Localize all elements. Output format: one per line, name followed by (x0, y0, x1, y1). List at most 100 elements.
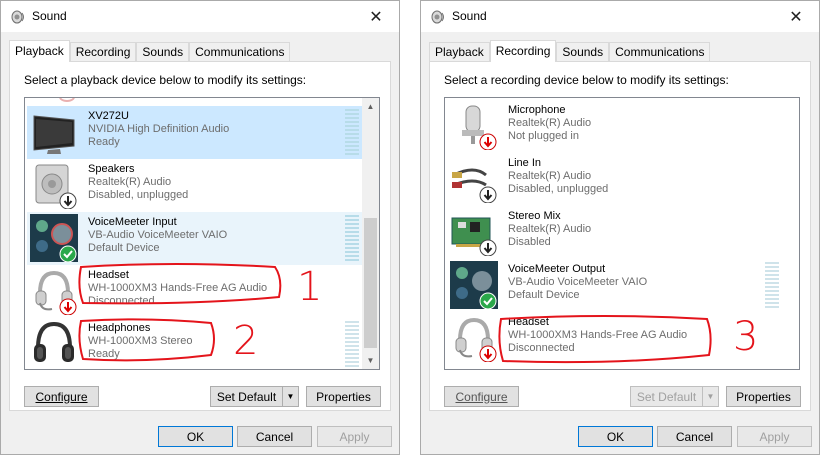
configure-label: Configure (35, 389, 88, 404)
device-driver: NVIDIA High Definition Audio (88, 123, 230, 135)
properties-label: Properties (736, 389, 791, 404)
level-meter (345, 321, 359, 367)
device-row-xv272u[interactable]: XV272U NVIDIA High Definition Audio Read… (27, 106, 365, 159)
title-bar: Sound ✕ (421, 1, 819, 32)
level-meter (345, 215, 359, 261)
device-row-stereo-mix[interactable]: Stereo Mix Realtek(R) Audio Disabled (447, 206, 785, 259)
ok-label: OK (186, 429, 205, 444)
close-button[interactable]: ✕ (773, 1, 819, 32)
device-status: Ready (88, 136, 120, 148)
window-title: Sound (32, 9, 67, 23)
device-row-voicemeeter-input[interactable]: VoiceMeeter Input VB-Audio VoiceMeeter V… (27, 212, 365, 265)
device-name: Line In (508, 157, 542, 169)
device-status: Disabled (508, 236, 551, 248)
cancel-button[interactable]: Cancel (657, 426, 732, 447)
device-status: Disconnected (508, 342, 575, 354)
monitor-icon (33, 115, 75, 154)
device-status: Disconnected (88, 295, 155, 307)
device-status: Ready (88, 348, 120, 360)
apply-button[interactable]: Apply (317, 426, 392, 447)
voicemeeter-icon (450, 261, 498, 309)
device-driver: Realtek(R) Audio (508, 117, 592, 129)
level-meter (765, 262, 779, 308)
device-driver: WH-1000XM3 Hands-Free AG Audio (88, 282, 268, 294)
device-status: Not plugged in (508, 130, 579, 142)
properties-button[interactable]: Properties (726, 386, 801, 407)
device-name: Headphones (88, 322, 151, 334)
headset-icon (455, 317, 497, 362)
ok-button[interactable]: OK (158, 426, 233, 447)
chevron-down-icon[interactable]: ▼ (282, 387, 298, 406)
close-icon: ✕ (789, 8, 803, 26)
device-name: VoiceMeeter Input (88, 216, 177, 228)
tab-strip: Playback Recording Sounds Communications (9, 40, 291, 62)
device-driver: VB-Audio VoiceMeeter VAIO (88, 229, 228, 241)
set-default-button[interactable]: Set Default ▼ (630, 386, 719, 407)
tab-recording[interactable]: Recording (69, 42, 137, 62)
device-row-headphones[interactable]: Headphones WH-1000XM3 Stereo Ready (27, 318, 365, 369)
device-status: Default Device (88, 242, 160, 254)
device-driver: Realtek(R) Audio (88, 176, 172, 188)
annotation-number-2: 2 (233, 318, 259, 364)
device-driver: WH-1000XM3 Stereo (88, 335, 193, 347)
annotation-number-3: 3 (733, 314, 759, 360)
cancel-label: Cancel (675, 429, 714, 444)
sound-app-icon (431, 10, 444, 24)
properties-label: Properties (316, 389, 371, 404)
configure-button[interactable]: Configure (24, 386, 99, 407)
sound-dialog-playback: Sound ✕ Playback Recording Sounds Commun… (0, 0, 400, 455)
speaker-icon (35, 164, 77, 209)
scroll-down-icon[interactable]: ▼ (362, 352, 379, 369)
tab-communications[interactable]: Communications (609, 42, 711, 62)
cancel-button[interactable]: Cancel (237, 426, 312, 447)
headphones-icon (34, 321, 74, 362)
device-status: Default Device (508, 289, 580, 301)
apply-label: Apply (759, 429, 790, 444)
scroll-thumb[interactable] (364, 218, 377, 348)
tab-panel: Select a playback device below to modify… (9, 61, 391, 411)
device-list[interactable]: XV272U NVIDIA High Definition Audio Read… (24, 97, 380, 370)
device-driver: VB-Audio VoiceMeeter VAIO (508, 276, 648, 288)
ok-label: OK (606, 429, 625, 444)
device-row-voicemeeter-output[interactable]: VoiceMeeter Output VB-Audio VoiceMeeter … (447, 259, 785, 312)
tab-strip: Playback Recording Sounds Communications (429, 40, 711, 62)
apply-button[interactable]: Apply (737, 426, 812, 447)
tab-recording[interactable]: Recording (489, 40, 557, 62)
level-meter (345, 109, 359, 155)
configure-label: Configure (455, 389, 508, 404)
ok-button[interactable]: OK (578, 426, 653, 447)
cancel-label: Cancel (255, 429, 294, 444)
configure-button[interactable]: Configure (444, 386, 519, 407)
chevron-down-icon[interactable]: ▼ (702, 387, 718, 406)
device-name: Headset (88, 269, 129, 281)
device-name: Headset (508, 316, 549, 328)
window-title: Sound (452, 9, 487, 23)
set-default-button[interactable]: Set Default ▼ (210, 386, 299, 407)
device-row-line-in[interactable]: Line In Realtek(R) Audio Disabled, unplu… (447, 153, 785, 206)
scroll-up-icon[interactable]: ▲ (362, 98, 379, 115)
close-button[interactable]: ✕ (353, 1, 399, 32)
vertical-scrollbar[interactable]: ▲ ▼ (362, 98, 379, 369)
instruction-text: Select a playback device below to modify… (24, 73, 307, 87)
device-driver: Realtek(R) Audio (508, 223, 592, 235)
device-name: XV272U (88, 110, 129, 122)
device-row-microphone[interactable]: Microphone Realtek(R) Audio Not plugged … (447, 100, 785, 153)
tab-sounds[interactable]: Sounds (556, 42, 610, 62)
properties-button[interactable]: Properties (306, 386, 381, 407)
voicemeeter-icon (30, 214, 78, 262)
tab-sounds[interactable]: Sounds (136, 42, 190, 62)
device-status: Disabled, unplugged (508, 183, 609, 195)
apply-label: Apply (339, 429, 370, 444)
device-name: Microphone (508, 104, 566, 116)
device-name: Stereo Mix (508, 210, 561, 222)
tab-communications[interactable]: Communications (189, 42, 291, 62)
microphone-icon (462, 105, 497, 150)
device-row-speakers[interactable]: Speakers Realtek(R) Audio Disabled, unpl… (27, 159, 365, 212)
circuit-board-icon (451, 217, 497, 256)
tab-playback[interactable]: Playback (9, 40, 70, 62)
device-name: VoiceMeeter Output (508, 263, 606, 275)
tab-playback[interactable]: Playback (429, 42, 490, 62)
set-default-label: Set Default (216, 389, 277, 404)
set-default-label: Set Default (636, 389, 697, 404)
instruction-text: Select a recording device below to modif… (444, 73, 729, 87)
